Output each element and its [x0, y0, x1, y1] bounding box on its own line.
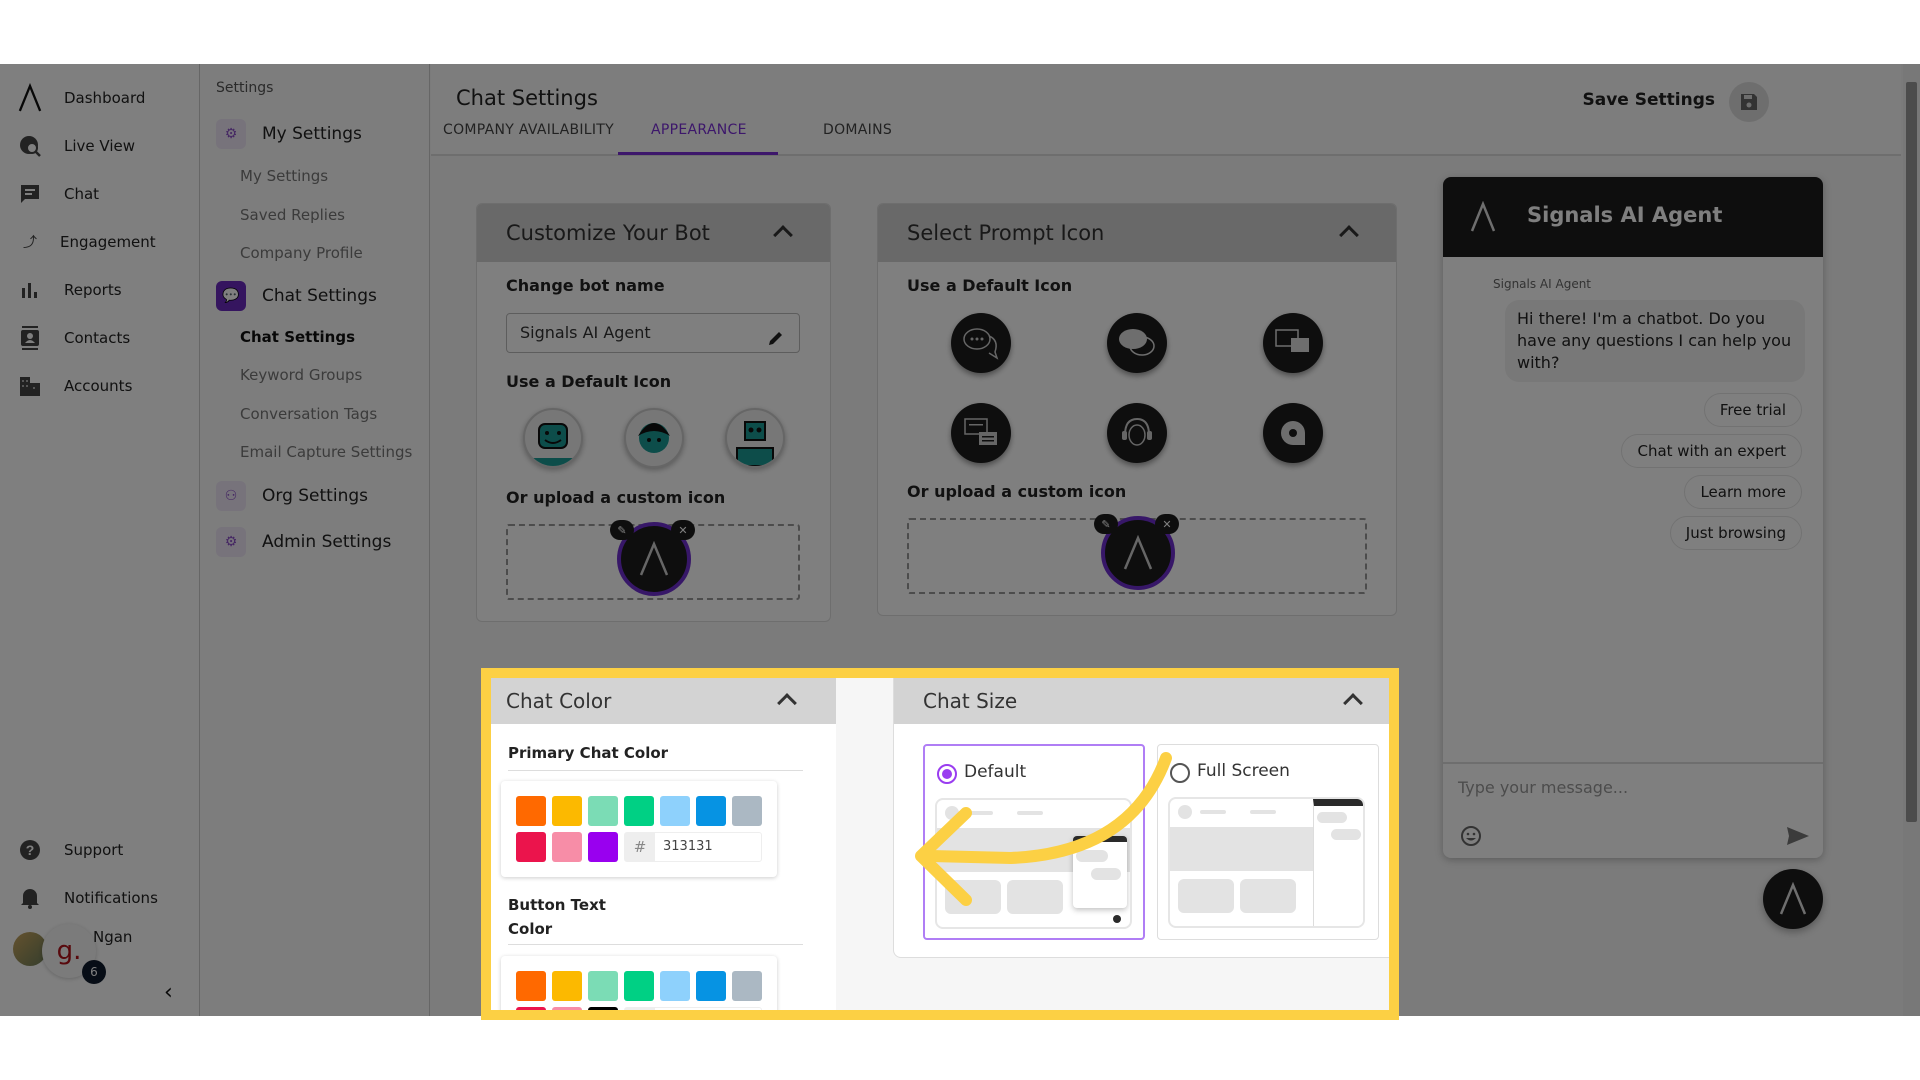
- chat-double-bubble-icon[interactable]: [1107, 313, 1167, 373]
- menu-my-settings[interactable]: My Settings: [240, 167, 328, 185]
- strategy-icon: ⤴: [23, 235, 37, 251]
- quick-reply-learn-more[interactable]: Learn more: [1684, 475, 1802, 509]
- customize-bot-card: Customize Your Bot Change bot name Signa…: [476, 203, 831, 622]
- chat-preview-header: Signals AI Agent: [1443, 177, 1823, 257]
- emoji-icon[interactable]: [1460, 825, 1482, 851]
- org-icon: ⚇: [216, 481, 246, 511]
- nav-engagement[interactable]: ⤴ Engagement: [0, 222, 200, 262]
- group-my-settings[interactable]: ⚙ My Settings: [216, 119, 362, 149]
- annotation-arrow: [915, 752, 1172, 906]
- remove-prompt-icon-button[interactable]: ✕: [1155, 514, 1179, 534]
- chat-lines-icon[interactable]: [951, 403, 1011, 463]
- remove-icon-button[interactable]: ✕: [671, 520, 695, 540]
- menu-saved-replies[interactable]: Saved Replies: [240, 206, 345, 224]
- menu-keyword-groups[interactable]: Keyword Groups: [240, 366, 362, 384]
- nav-chat[interactable]: Chat: [0, 174, 200, 214]
- default-icon-label: Use a Default Icon: [506, 372, 672, 391]
- tab-appearance[interactable]: APPEARANCE: [651, 122, 747, 138]
- page-scrollbar[interactable]: [1903, 64, 1920, 1016]
- chat-preview-window: Signals AI Agent Signals AI Agent Hi the…: [1443, 177, 1823, 858]
- robot-girl-icon[interactable]: [624, 408, 684, 468]
- prompt-icon-card: Select Prompt Icon Use a Default Icon Or…: [877, 203, 1397, 616]
- bell-icon: [18, 886, 42, 910]
- chevron-up-icon[interactable]: [1339, 225, 1359, 245]
- user-name: Ngan: [93, 928, 133, 946]
- scrollbar-thumb[interactable]: [1906, 82, 1917, 822]
- group-admin-settings[interactable]: ⚙ Admin Settings: [216, 527, 391, 557]
- prompt-upload-label: Or upload a custom icon: [907, 482, 1127, 501]
- nav-notifications[interactable]: Notifications: [0, 878, 200, 918]
- menu-company-profile[interactable]: Company Profile: [240, 244, 363, 262]
- logo-caret-icon: [18, 83, 42, 112]
- menu-chat-settings[interactable]: Chat Settings: [240, 328, 355, 346]
- bot-message: Hi there! I'm a chatbot. Do you have any…: [1505, 300, 1805, 382]
- location-bubble-icon[interactable]: [1263, 403, 1323, 463]
- headset-agent-icon[interactable]: [1107, 403, 1167, 463]
- highlight-frame: Chat Color Primary Chat Color #313131 Bu…: [481, 668, 1399, 1020]
- chat-launcher-button[interactable]: [1763, 869, 1823, 929]
- save-settings-button[interactable]: Save Settings: [1583, 90, 1716, 110]
- nav-dashboard[interactable]: Dashboard: [0, 78, 200, 118]
- chat-bubble-icon: [18, 182, 42, 206]
- page-header: Chat Settings COMPANY AVAILABILITY APPEA…: [431, 64, 1901, 156]
- message-sender: Signals AI Agent: [1493, 277, 1592, 291]
- page-title: Chat Settings: [456, 86, 598, 110]
- svg-text:?: ?: [26, 842, 35, 858]
- logo-caret-icon: [1469, 200, 1497, 237]
- bot-name-label: Change bot name: [506, 276, 665, 295]
- active-tab-indicator: [618, 152, 778, 155]
- help-icon: ?: [18, 838, 42, 862]
- chevron-up-icon[interactable]: [773, 225, 793, 245]
- contact-card-icon: [18, 326, 42, 350]
- quick-reply-free-trial[interactable]: Free trial: [1703, 393, 1802, 427]
- customize-bot-header[interactable]: Customize Your Bot: [477, 204, 830, 262]
- prompt-icon-header[interactable]: Select Prompt Icon: [878, 204, 1396, 262]
- message-input[interactable]: Type your message...: [1443, 762, 1823, 858]
- menu-email-capture[interactable]: Email Capture Settings: [240, 443, 412, 461]
- admin-icon: ⚙: [216, 527, 246, 557]
- nav-live-view[interactable]: Live View: [0, 126, 200, 166]
- settings-menu: Settings ⚙ My Settings My Settings Saved…: [200, 64, 430, 1016]
- notification-count-badge: 6: [82, 960, 106, 984]
- tab-domains[interactable]: DOMAINS: [823, 122, 892, 138]
- settings-menu-header: Settings: [216, 80, 274, 96]
- robot-box-icon[interactable]: [725, 408, 785, 468]
- chat-preview-title: Signals AI Agent: [1527, 203, 1723, 227]
- globe-search-icon: [18, 134, 42, 158]
- nav-support[interactable]: ? Support: [0, 830, 200, 870]
- pencil-icon[interactable]: [767, 323, 785, 361]
- chat-dots-icon[interactable]: [951, 313, 1011, 373]
- edit-prompt-icon-button[interactable]: ✎: [1094, 514, 1118, 534]
- group-chat-settings[interactable]: 💬 Chat Settings: [216, 281, 377, 311]
- edit-icon-button[interactable]: ✎: [610, 520, 634, 540]
- bar-chart-icon: [18, 278, 42, 302]
- message-placeholder: Type your message...: [1458, 778, 1629, 797]
- nav-reports[interactable]: Reports: [0, 270, 200, 310]
- send-icon[interactable]: [1786, 826, 1810, 850]
- quick-reply-chat-expert[interactable]: Chat with an expert: [1621, 434, 1802, 468]
- menu-conversation-tags[interactable]: Conversation Tags: [240, 405, 377, 423]
- collapse-nav-button[interactable]: ‹: [164, 980, 173, 1005]
- building-icon: [18, 374, 42, 398]
- save-icon[interactable]: [1729, 82, 1769, 122]
- chat-square-bubbles-icon[interactable]: [1263, 313, 1323, 373]
- bot-name-input[interactable]: Signals AI Agent: [506, 313, 800, 353]
- quick-reply-just-browsing[interactable]: Just browsing: [1669, 516, 1802, 550]
- tab-company-availability[interactable]: COMPANY AVAILABILITY: [443, 122, 614, 138]
- gear-icon: ⚙: [216, 119, 246, 149]
- chat-settings-icon: 💬: [216, 281, 246, 311]
- upload-icon-label: Or upload a custom icon: [506, 488, 726, 507]
- nav-contacts[interactable]: Contacts: [0, 318, 200, 358]
- group-org-settings[interactable]: ⚇ Org Settings: [216, 481, 368, 511]
- nav-accounts[interactable]: Accounts: [0, 366, 200, 406]
- prompt-default-icon-label: Use a Default Icon: [907, 276, 1073, 295]
- primary-nav: Dashboard Live View Chat ⤴ Engagement Re…: [0, 64, 200, 1016]
- robot-smile-icon[interactable]: [523, 408, 583, 468]
